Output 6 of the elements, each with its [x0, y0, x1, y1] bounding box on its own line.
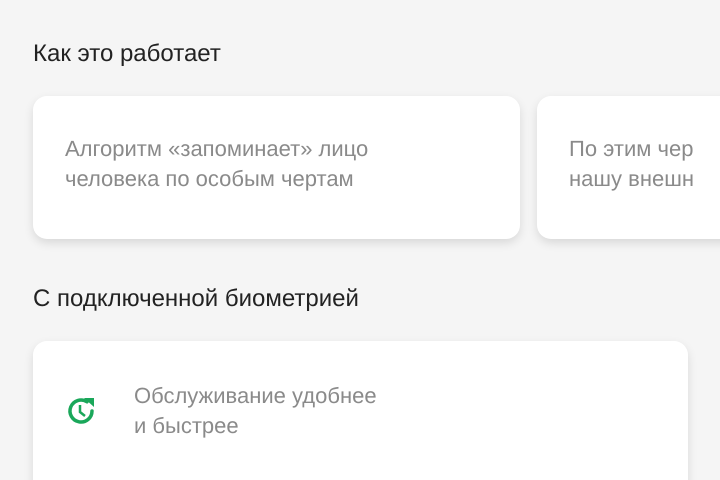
card-text: Алгоритм «запоминает» лицо человека по особым чертам: [65, 134, 368, 193]
card-text: По этим чер нашу внешн: [569, 134, 694, 193]
card-text: Обслуживание удобнее и быстрее: [134, 382, 377, 440]
section-title: С подключенной биометрией: [33, 284, 360, 314]
clock-refresh-icon: [65, 395, 97, 427]
section-title: Как это работает: [33, 39, 222, 69]
